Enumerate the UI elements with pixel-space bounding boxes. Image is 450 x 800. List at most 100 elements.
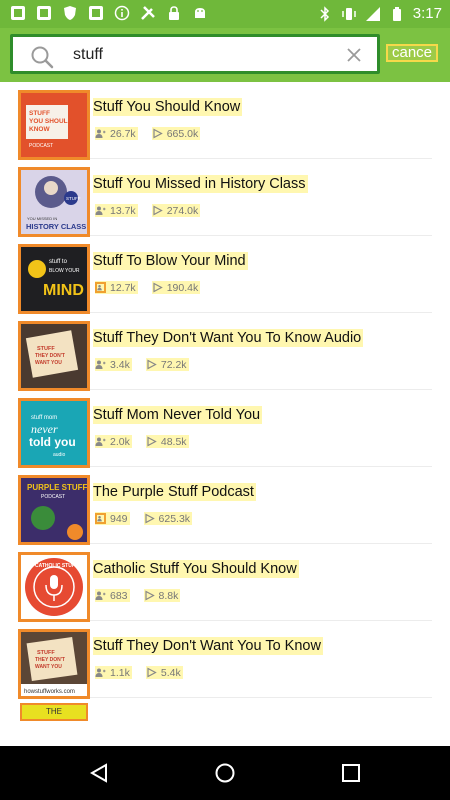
plays-count: 5.4k <box>145 666 183 679</box>
search-icon <box>29 44 55 70</box>
podcast-stats: 26.7k 665.0k <box>95 127 201 140</box>
podcast-artwork: STUFF THEY DON'T WANT YOU howstuffworks.com <box>18 629 90 699</box>
list-item[interactable]: STUFF YOU SHOULD KNOW PODCAST Stuff You Sho… <box>18 82 432 160</box>
svg-text:WANT YOU: WANT YOU <box>35 664 62 670</box>
svg-text:STUFF: STUFF <box>66 196 81 201</box>
system-icons: 3:17 <box>317 5 442 23</box>
podcast-stats: 3.4k 72.2k <box>95 358 189 371</box>
shield-icon <box>62 5 78 21</box>
clear-icon[interactable] <box>345 46 363 64</box>
podcast-title: Stuff They Don't Want You To Know Audio <box>93 329 364 347</box>
podcast-title: The Purple Stuff Podcast <box>93 483 256 501</box>
status-bar: 3:17 <box>0 0 450 28</box>
svg-text:THEY DON'T: THEY DON'T <box>35 657 65 663</box>
list-item[interactable]: stuff to BLOW YOUR MIND Stuff To Blow Your… <box>18 236 432 314</box>
recents-icon[interactable] <box>340 762 362 784</box>
svg-text:never: never <box>31 422 58 436</box>
svg-text:PODCAST: PODCAST <box>41 494 65 500</box>
app-notification-icon <box>88 5 104 21</box>
results-list[interactable]: STUFF YOU SHOULD KNOW PODCAST Stuff You Sho… <box>0 82 450 746</box>
android-icon <box>192 5 208 21</box>
podcast-stats: 949 625.3k <box>95 512 193 525</box>
podcast-stats: 2.0k 48.5k <box>95 435 189 448</box>
svg-text:YOU SHOULD: YOU SHOULD <box>29 118 73 125</box>
podcast-artwork: STUFF YOU SHOULD KNOW PODCAST <box>18 90 90 160</box>
tools-icon <box>140 5 156 21</box>
svg-text:MIND: MIND <box>43 282 84 299</box>
notification-icons <box>10 5 208 21</box>
plays-count: 190.4k <box>151 281 201 294</box>
svg-text:STUFF: STUFF <box>37 650 55 656</box>
subscribers-count: 1.1k <box>95 666 132 679</box>
list-item[interactable]: CATHOLIC STUFF Catholic Stuff You Should… <box>18 544 432 622</box>
search-input[interactable]: stuff <box>10 34 380 74</box>
svg-text:PODCAST: PODCAST <box>29 143 53 149</box>
app-notification-icon <box>10 5 26 21</box>
plays-count: 48.5k <box>145 435 189 448</box>
podcast-stats: 12.7k 190.4k <box>95 281 201 294</box>
podcast-stats: 13.7k 274.0k <box>95 204 201 217</box>
app-bar: stuff cance <box>0 28 450 82</box>
plays-count: 72.2k <box>145 358 189 371</box>
svg-text:stuff mom: stuff mom <box>31 415 57 421</box>
podcast-artwork: STUFF THEY DON'T WANT YOU <box>18 321 90 391</box>
clock: 3:17 <box>412 5 442 22</box>
plays-count: 8.8k <box>143 589 181 602</box>
home-icon[interactable] <box>214 762 236 784</box>
lock-icon <box>166 5 182 21</box>
subscribers-count: 949 <box>95 512 130 525</box>
svg-text:KNOW: KNOW <box>29 126 50 133</box>
list-item[interactable]: STUFF THEY DON'T WANT YOU Stuff They Don't… <box>18 313 432 391</box>
svg-text:WANT YOU: WANT YOU <box>35 360 62 366</box>
subscribers-count: 12.7k <box>95 281 138 294</box>
list-item[interactable]: STUFF YOU MISSED IN HISTORY CLASS Stuff Yo… <box>18 159 432 237</box>
list-item-partial[interactable]: THE <box>20 703 88 721</box>
subscribers-count: 26.7k <box>95 127 138 140</box>
podcast-title: Stuff To Blow Your Mind <box>93 252 248 270</box>
subscribers-count: 683 <box>95 589 130 602</box>
bluetooth-icon <box>317 6 333 22</box>
svg-text:BLOW YOUR: BLOW YOUR <box>49 268 80 274</box>
vibrate-icon <box>341 6 357 22</box>
podcast-artwork: STUFF YOU MISSED IN HISTORY CLASS <box>18 167 90 237</box>
back-icon[interactable] <box>88 762 110 784</box>
svg-text:HISTORY CLASS: HISTORY CLASS <box>26 222 86 231</box>
plays-count: 625.3k <box>143 512 193 525</box>
svg-text:PURPLE STUFF: PURPLE STUFF <box>27 483 87 492</box>
subscribers-count: 2.0k <box>95 435 132 448</box>
svg-text:told you: told you <box>29 435 76 449</box>
list-item[interactable]: STUFF THEY DON'T WANT YOU howstuffworks.com… <box>18 621 432 699</box>
svg-text:STUFF: STUFF <box>37 346 55 352</box>
podcast-artwork: stuff mom never told you audio <box>18 398 90 468</box>
search-query[interactable]: stuff <box>73 46 333 64</box>
navigation-bar <box>0 746 450 800</box>
podcast-artwork: CATHOLIC STUFF <box>18 552 90 622</box>
podcast-title: Stuff You Missed in History Class <box>93 175 308 193</box>
podcast-artwork: PURPLE STUFF PODCAST <box>18 475 90 545</box>
podcast-title: Stuff Mom Never Told You <box>93 406 263 424</box>
podcast-stats: 1.1k 5.4k <box>95 666 183 679</box>
list-item[interactable]: stuff mom never told you audio Stuff Mom Ne… <box>18 390 432 468</box>
app-notification-icon <box>36 5 52 21</box>
svg-text:YOU MISSED IN: YOU MISSED IN <box>27 216 57 221</box>
battery-icon <box>389 6 405 22</box>
podcast-artwork: stuff to BLOW YOUR MIND <box>18 244 90 314</box>
svg-text:audio: audio <box>53 452 65 458</box>
plays-count: 665.0k <box>151 127 201 140</box>
podcast-title: Stuff You Should Know <box>93 98 243 116</box>
podcast-stats: 683 8.8k <box>95 589 181 602</box>
subscribers-count: 3.4k <box>95 358 132 371</box>
svg-text:THEY DON'T: THEY DON'T <box>35 353 65 359</box>
podcast-title: Stuff They Don't Want You To Know <box>93 637 323 655</box>
list-item[interactable]: PURPLE STUFF PODCAST The Purple Stuff Pod… <box>18 467 432 545</box>
subscribers-count: 13.7k <box>95 204 138 217</box>
svg-text:stuff to: stuff to <box>49 259 68 265</box>
svg-text:howstuffworks.com: howstuffworks.com <box>24 689 75 695</box>
podcast-title: Catholic Stuff You Should Know <box>93 560 299 578</box>
plays-count: 274.0k <box>151 204 201 217</box>
signal-icon <box>365 6 381 22</box>
info-icon <box>114 5 130 21</box>
cancel-button[interactable]: cance <box>386 44 438 62</box>
svg-text:CATHOLIC STUFF: CATHOLIC STUFF <box>35 563 78 569</box>
svg-text:STUFF: STUFF <box>29 110 50 117</box>
